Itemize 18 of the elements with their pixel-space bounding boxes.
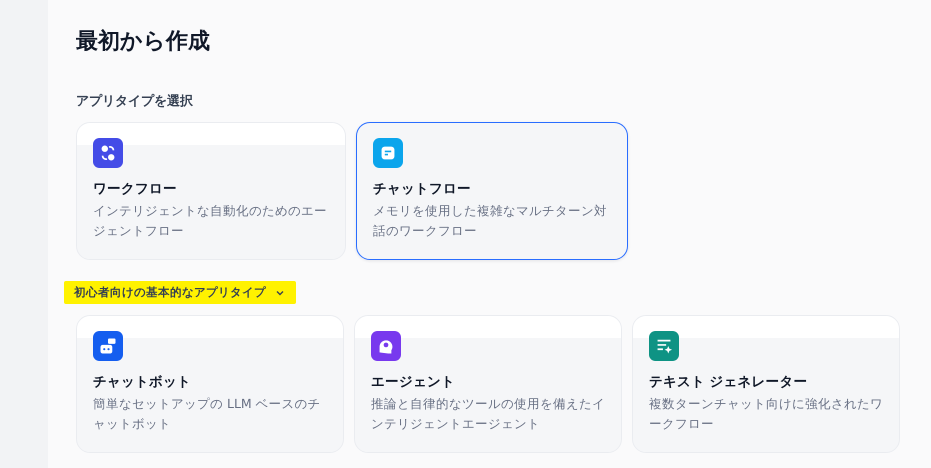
card-description: 簡単なセットアップの LLM ベースのチャットボット (93, 395, 322, 433)
page-title: 最初から作成 (76, 28, 211, 56)
app-type-card[interactable]: ワークフロー インテリジェントな自動化のためのエージェントフロー (76, 122, 346, 260)
card-description: 推論と自律的なツールの使用を備えたインテリジェントエージェント (371, 395, 605, 433)
app-type-card[interactable]: テキスト ジェネレーター 複数ターンチャット向けに強化されたワークフロー (632, 315, 900, 453)
section-label: アプリタイプを選択 (76, 92, 194, 110)
section-toggle[interactable]: 初心者向けの基本的なアプリタイプ (64, 281, 296, 304)
card-title: エージェント (371, 373, 455, 391)
card-description: メモリを使用した複雑なマルチターン対話のワークフロー (373, 202, 608, 240)
app-type-card[interactable]: チャットボット 簡単なセットアップの LLM ベースのチャットボット (76, 315, 344, 453)
app-type-card[interactable]: チャットフロー メモリを使用した複雑なマルチターン対話のワークフロー (356, 122, 628, 260)
card-title: テキスト ジェネレーター (649, 373, 808, 391)
card-description: インテリジェントな自動化のためのエージェントフロー (93, 202, 328, 240)
card-description: 複数ターンチャット向けに強化されたワークフロー (649, 395, 883, 433)
card-title: チャットボット (93, 373, 191, 391)
app-type-card[interactable]: エージェント 推論と自律的なツールの使用を備えたインテリジェントエージェント (354, 315, 622, 453)
card-title: ワークフロー (93, 180, 177, 198)
card-title: チャットフロー (373, 180, 471, 198)
